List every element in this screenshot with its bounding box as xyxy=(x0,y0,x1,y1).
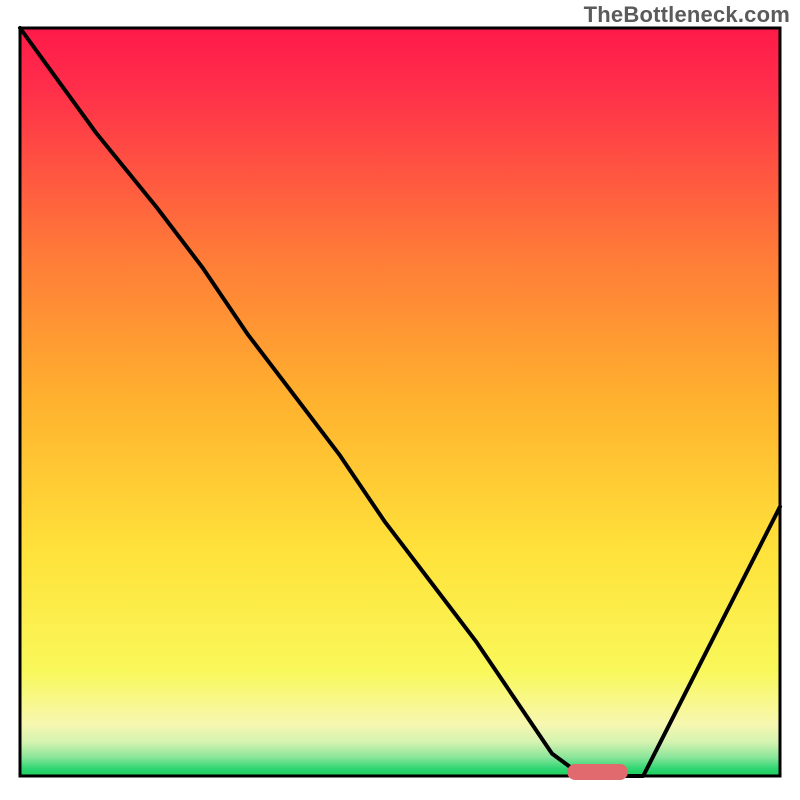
optimal-range-marker xyxy=(567,764,628,780)
bottleneck-chart xyxy=(0,0,800,800)
plot-area xyxy=(20,28,780,780)
background-gradient xyxy=(20,28,780,776)
chart-container: TheBottleneck.com xyxy=(0,0,800,800)
